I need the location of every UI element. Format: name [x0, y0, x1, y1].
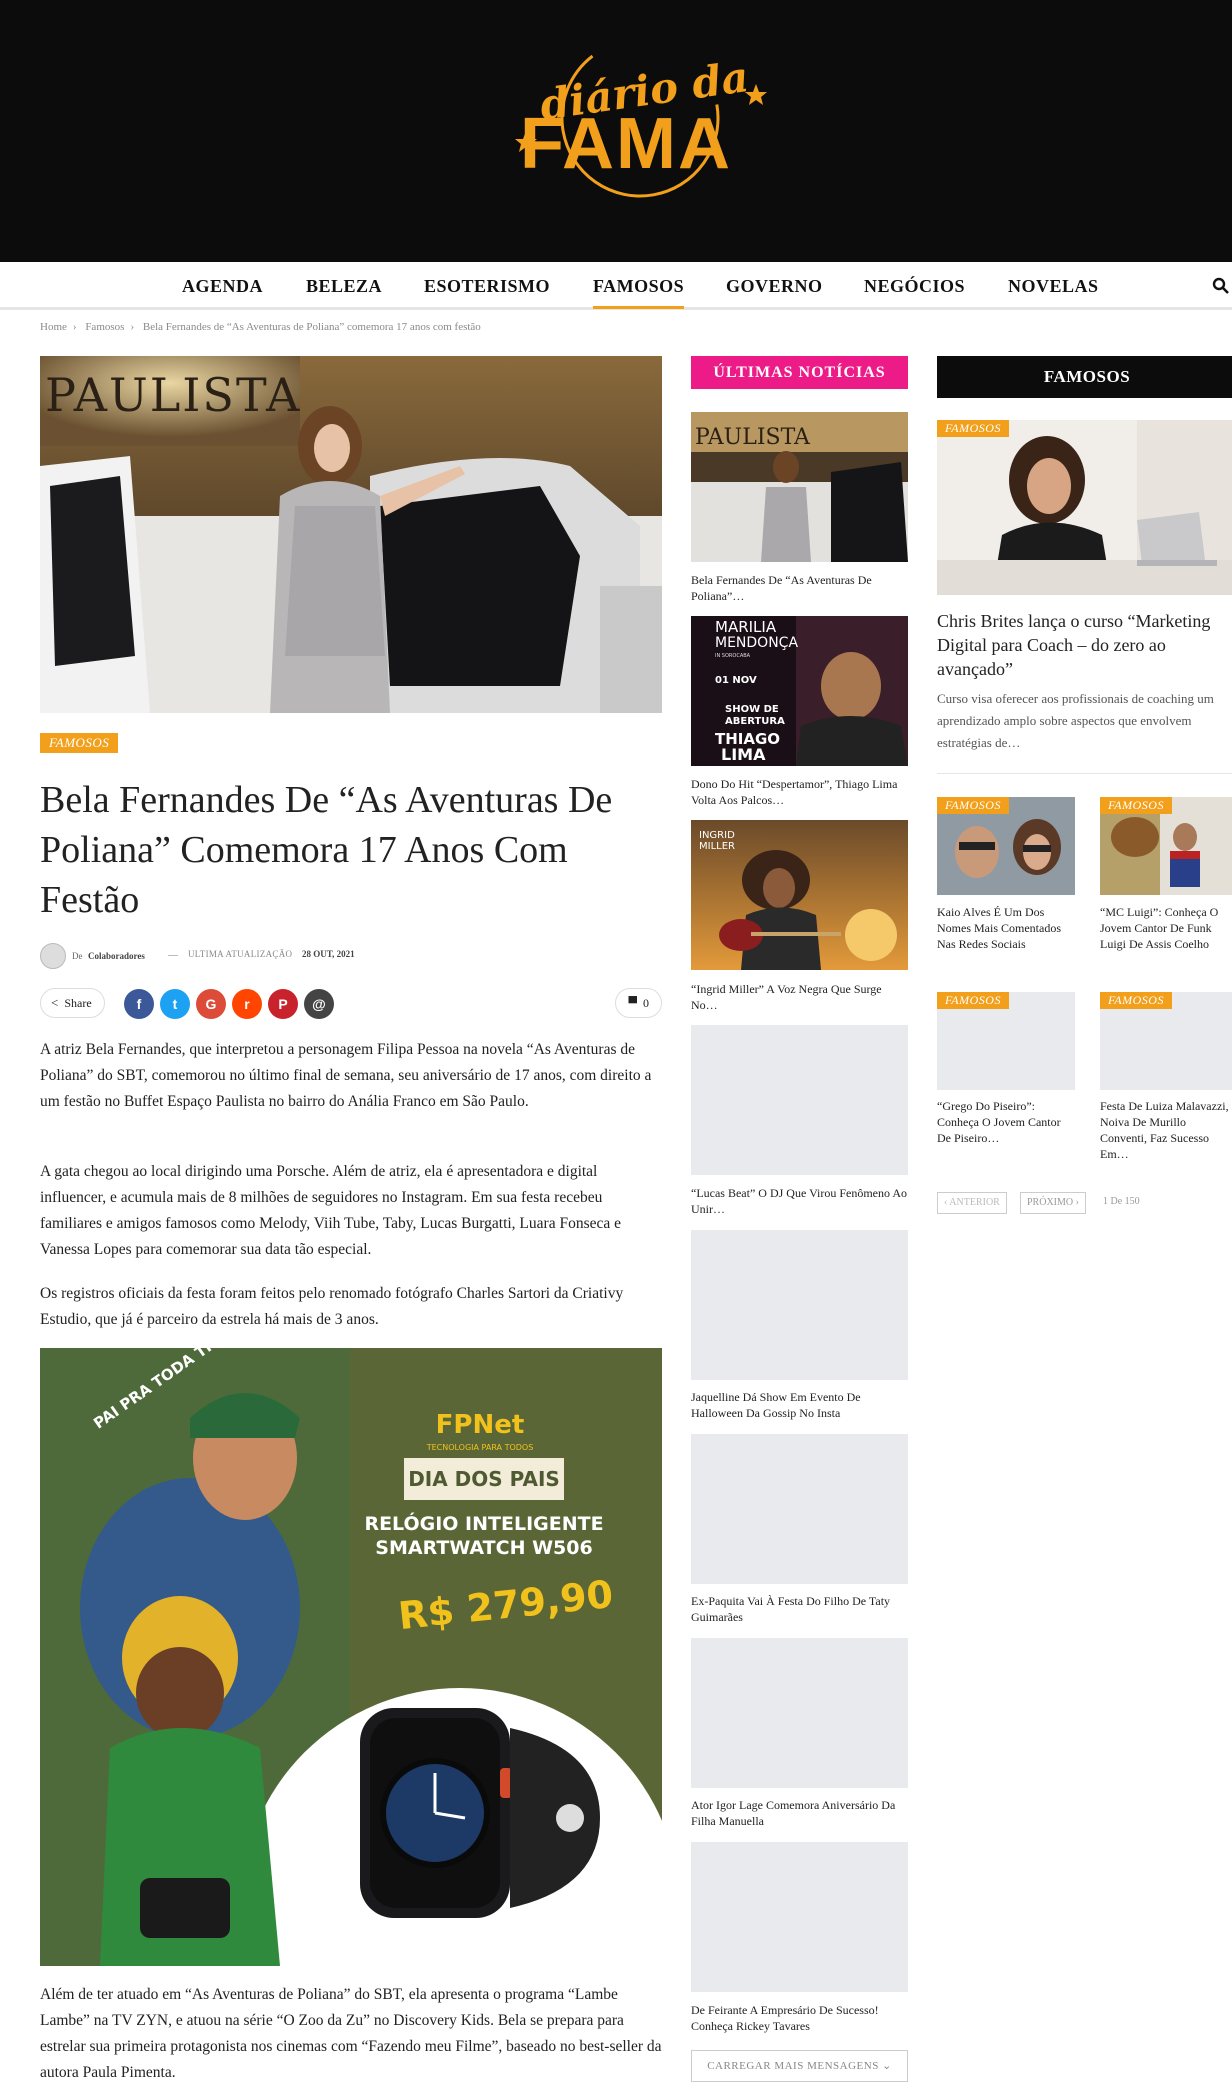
ad-banner[interactable]: PAI PRA TODA TRILHA FPNet TECNOLOGIA PAR…	[40, 1348, 662, 1966]
twitter-icon[interactable]: t	[160, 989, 190, 1019]
svg-text:PAULISTA: PAULISTA	[45, 368, 301, 422]
article-paragraph: A atriz Bela Fernandes, que interpretou …	[40, 1041, 652, 1110]
latest-item-title[interactable]: Bela Fernandes De “As Aventuras De Polia…	[691, 572, 908, 604]
article-paragraph: Os registros oficiais da festa foram fei…	[40, 1285, 624, 1328]
latest-item-title[interactable]: Ex-Paquita Vai À Festa Do Filho De Taty …	[691, 1593, 908, 1625]
latest-thumb[interactable]	[691, 1025, 908, 1175]
nav-item-governo[interactable]: GOVERNO	[726, 276, 823, 297]
latest-item-title[interactable]: Ator Igor Lage Comemora Aniversário Da F…	[691, 1797, 908, 1829]
article-meta: De Colaboradores ULTIMA ATUALIZAÇÃO 28 O…	[40, 943, 660, 969]
email-icon[interactable]: @	[304, 989, 334, 1019]
site-header: diário da FAMA	[0, 0, 1232, 262]
nav-item-esoterismo[interactable]: ESOTERISMO	[424, 276, 550, 297]
svg-text:INGRID: INGRID	[699, 830, 735, 841]
svg-text:LIMA: LIMA	[721, 745, 766, 764]
grid-category-tag[interactable]: FAMOSOS	[1100, 992, 1172, 1009]
ad-product-line2: SMARTWATCH W506	[375, 1537, 592, 1559]
featured-category-tag[interactable]: FAMOSOS	[937, 420, 1009, 437]
breadcrumb-section[interactable]: Famosos	[85, 321, 124, 333]
share-icon: <	[51, 995, 59, 1010]
ad-ribbon: DIA DOS PAIS	[408, 1467, 560, 1491]
latest-item-title[interactable]: De Feirante A Empresário De Sucesso! Con…	[691, 2002, 908, 2034]
nav-item-negocios[interactable]: NEGÓCIOS	[864, 276, 965, 297]
featured-thumb[interactable]	[937, 420, 1232, 595]
grid-category-tag[interactable]: FAMOSOS	[937, 797, 1009, 814]
prev-page-button[interactable]: ‹ ANTERIOR	[937, 1192, 1007, 1214]
latest-item-title[interactable]: Dono Do Hit “Despertamor”, Thiago Lima V…	[691, 776, 908, 808]
latest-item-title[interactable]: “Ingrid Miller” A Voz Negra Que Surge No…	[691, 981, 908, 1013]
latest-thumb[interactable]: PAULISTA	[691, 412, 908, 562]
page-status: 1 De 150	[1103, 1196, 1140, 1207]
ad-brand-sub: TECNOLOGIA PARA TODOS	[426, 1443, 534, 1452]
grid-item-title[interactable]: Festa De Luiza Malavazzi, Noiva De Muril…	[1100, 1098, 1232, 1162]
main-nav: AGENDA BELEZA ESOTERISMO FAMOSOS GOVERNO…	[0, 262, 1232, 310]
comment-count: 0	[643, 996, 649, 1010]
chevron-right-icon: ›	[72, 321, 77, 333]
grid-item-title[interactable]: Kaio Alves É Um Dos Nomes Mais Comentado…	[937, 904, 1077, 952]
latest-thumb[interactable]	[691, 1230, 908, 1380]
nav-item-novelas[interactable]: NOVELAS	[1008, 276, 1099, 297]
article-category-tag[interactable]: FAMOSOS	[40, 733, 119, 753]
load-more-button[interactable]: CARREGAR MAIS MENSAGENS ⌄	[691, 2050, 908, 2082]
breadcrumb-current: Bela Fernandes de “As Aventuras de Polia…	[142, 321, 481, 333]
next-page-button[interactable]: PRÓXIMO ›	[1020, 1192, 1086, 1214]
author-prefix: De	[72, 951, 83, 961]
ad-brand: FPNet	[436, 1410, 525, 1440]
divider	[168, 955, 178, 956]
famosos-heading: FAMOSOS	[937, 356, 1232, 398]
comment-icon: ▀	[628, 996, 637, 1010]
latest-item-title[interactable]: Jaquelline Dá Show Em Evento De Hallowee…	[691, 1389, 908, 1421]
nav-item-agenda[interactable]: AGENDA	[182, 276, 263, 297]
reddit-icon[interactable]: r	[232, 989, 262, 1019]
updated-date: 28 OUT, 2021	[302, 949, 355, 959]
share-bar: < Share f t G r P @ ▀ 0	[40, 986, 662, 1020]
share-button[interactable]: < Share	[40, 988, 105, 1018]
svg-text:SHOW DE: SHOW DE	[725, 704, 779, 715]
latest-news-heading: ÚLTIMAS NOTÍCIAS	[691, 356, 908, 389]
svg-text:MILLER: MILLER	[699, 841, 735, 852]
svg-text:MENDONÇA: MENDONÇA	[715, 635, 798, 651]
author-name[interactable]: Colaboradores	[88, 951, 145, 961]
svg-text:01 NOV: 01 NOV	[715, 675, 757, 686]
grid-item-title[interactable]: “Grego Do Piseiro”: Conheça O Jovem Cant…	[937, 1098, 1077, 1146]
featured-title[interactable]: Chris Brites lança o curso “Marketing Di…	[937, 609, 1232, 681]
chevron-down-icon: ⌄	[882, 2060, 892, 2072]
share-label: Share	[64, 996, 92, 1010]
breadcrumb: Home › Famosos › Bela Fernandes de “As Ave…	[40, 321, 487, 333]
svg-text:ABERTURA: ABERTURA	[725, 716, 785, 727]
svg-text:FAMA: FAMA	[520, 104, 732, 184]
latest-thumb[interactable]	[691, 1638, 908, 1788]
nav-item-famosos[interactable]: FAMOSOS	[593, 276, 685, 309]
latest-item-title[interactable]: “Lucas Beat” O DJ Que Virou Fenômeno Ao …	[691, 1185, 908, 1217]
latest-thumb[interactable]: MARILIA MENDONÇA IN SOROCABA 01 NOV SHOW…	[691, 616, 908, 766]
pinterest-icon[interactable]: P	[268, 989, 298, 1019]
comments-button[interactable]: ▀ 0	[615, 988, 662, 1018]
google-icon[interactable]: G	[196, 989, 226, 1019]
article-hero-image: PAULISTA	[40, 356, 662, 713]
chevron-right-icon: ›	[130, 321, 135, 333]
latest-thumb[interactable]: INGRID MILLER	[691, 820, 908, 970]
nav-item-beleza[interactable]: BELEZA	[306, 276, 382, 297]
article-paragraph: Além de ter atuado em “As Aventuras de P…	[40, 1986, 662, 2081]
svg-text:MARILIA: MARILIA	[715, 618, 777, 636]
svg-text:PAULISTA: PAULISTA	[695, 425, 811, 450]
ad-product-line1: RELÓGIO INTELIGENTE	[364, 1511, 603, 1535]
facebook-icon[interactable]: f	[124, 989, 154, 1019]
load-more-label: CARREGAR MAIS MENSAGENS	[707, 2060, 879, 2072]
svg-text:IN SOROCABA: IN SOROCABA	[715, 653, 751, 659]
grid-item-title[interactable]: “MC Luigi”: Conheça O Jovem Cantor De Fu…	[1100, 904, 1232, 952]
site-logo[interactable]: diário da FAMA	[510, 26, 780, 216]
latest-thumb[interactable]	[691, 1842, 908, 1992]
grid-category-tag[interactable]: FAMOSOS	[1100, 797, 1172, 814]
author-avatar	[40, 943, 66, 969]
grid-category-tag[interactable]: FAMOSOS	[937, 992, 1009, 1009]
search-icon[interactable]	[1212, 277, 1230, 295]
article-title: Bela Fernandes De “As Aventuras De Polia…	[40, 779, 613, 921]
latest-thumb[interactable]	[691, 1434, 908, 1584]
updated-label: ULTIMA ATUALIZAÇÃO	[188, 949, 293, 959]
breadcrumb-home[interactable]: Home	[40, 321, 67, 333]
article-paragraph: A gata chegou ao local dirigindo uma Por…	[40, 1163, 621, 1258]
divider	[937, 773, 1232, 774]
featured-excerpt: Curso visa oferecer aos profissionais de…	[937, 691, 1214, 750]
